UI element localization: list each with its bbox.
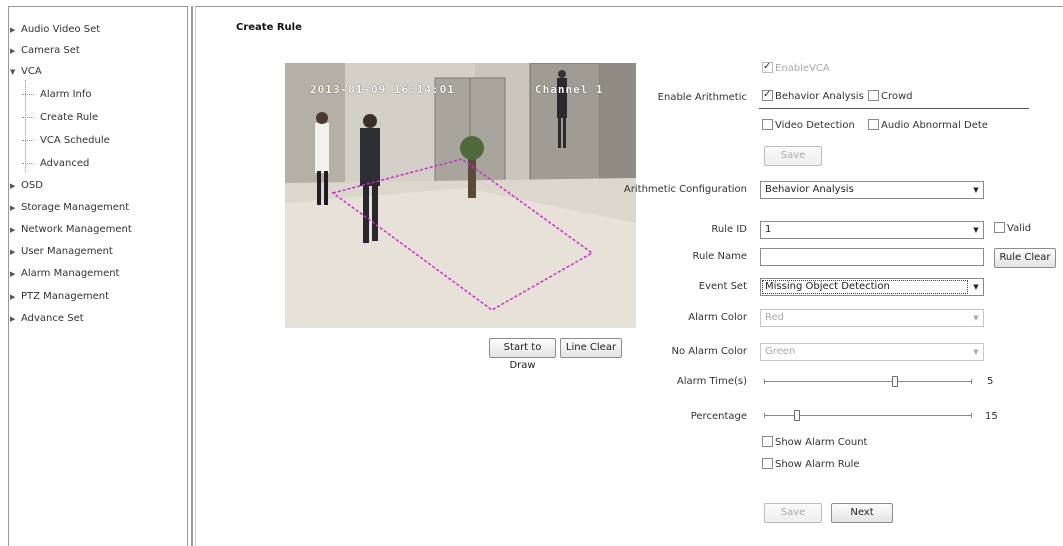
sidebar-item-user-management[interactable]: ▶ User Management [10, 244, 113, 260]
alarm-color-select[interactable]: Red ▼ [760, 309, 984, 327]
enable-vca-checkbox[interactable]: EnableVCA [762, 60, 830, 76]
save-bottom-button[interactable]: Save [764, 503, 822, 523]
sidebar-divider[interactable] [191, 6, 193, 546]
caret-right-icon: ▶ [10, 204, 16, 212]
sidebar-item-storage-management[interactable]: ▶ Storage Management [10, 200, 129, 216]
caret-down-icon: ▼ [10, 68, 16, 76]
no-alarm-color-label: No Alarm Color [671, 346, 748, 357]
dropdown-arrow-icon: ▼ [973, 226, 979, 234]
dropdown-arrow-icon: ▼ [973, 348, 979, 356]
event-set-label: Event Set [698, 281, 747, 292]
sidebar-item-advanced[interactable]: Advanced [22, 156, 89, 172]
rule-name-label: Rule Name [692, 251, 747, 262]
alarm-time-label: Alarm Time(s) [676, 376, 747, 387]
camera-scene [285, 63, 636, 328]
sidebar-item-advance-set[interactable]: ▶ Advance Set [10, 311, 84, 327]
rule-clear-button[interactable]: Rule Clear [994, 248, 1056, 268]
percentage-slider-thumb[interactable] [794, 410, 800, 421]
osd-timestamp: 2013-01-09 16:14:01 [310, 83, 455, 96]
behavior-analysis-checkbox[interactable]: Behavior Analysis [762, 88, 864, 104]
sidebar-item-vca[interactable]: ▼ VCA [10, 64, 42, 80]
video-detection-checkbox[interactable]: Video Detection [762, 119, 855, 133]
caret-right-icon: ▶ [10, 248, 16, 256]
sidebar-item-vca-schedule[interactable]: VCA Schedule [22, 133, 110, 149]
sidebar-item-alarm-management[interactable]: ▶ Alarm Management [10, 266, 119, 282]
alarm-time-value: 5 [987, 376, 994, 387]
audio-abnormal-checkbox[interactable]: Audio Abnormal Dete [868, 119, 988, 133]
sidebar-divider-shadow [195, 6, 196, 546]
sidebar-item-network-management[interactable]: ▶ Network Management [10, 222, 132, 238]
content-top-border [195, 6, 1063, 7]
arithmetic-configuration-select[interactable]: Behavior Analysis ▼ [760, 181, 984, 199]
sidebar-item-osd[interactable]: ▶ OSD [10, 178, 43, 194]
percentage-label: Percentage [690, 411, 747, 422]
alarm-color-label: Alarm Color [688, 312, 747, 323]
sidebar-item-create-rule[interactable]: Create Rule [22, 110, 98, 126]
dropdown-arrow-icon: ▼ [973, 186, 979, 194]
rule-name-input[interactable] [760, 248, 984, 266]
show-alarm-count-checkbox[interactable]: Show Alarm Count [762, 436, 867, 450]
dropdown-arrow-icon: ▼ [973, 283, 979, 291]
video-preview[interactable] [285, 63, 636, 328]
show-alarm-rule-checkbox[interactable]: Show Alarm Rule [762, 458, 860, 472]
dropdown-arrow-icon: ▼ [973, 314, 979, 322]
enable-arithmetic-label: Enable Arithmetic [657, 92, 747, 103]
start-to-draw-button[interactable]: Start to Draw [489, 338, 556, 371]
save-top-button[interactable]: Save [764, 146, 822, 166]
section-divider [759, 108, 1029, 109]
arithmetic-configuration-label: Arithmetic Configuration [623, 184, 747, 195]
line-clear-button[interactable]: Line Clear [560, 338, 622, 358]
caret-right-icon: ▶ [10, 270, 16, 278]
caret-right-icon: ▶ [10, 315, 16, 323]
next-button[interactable]: Next [831, 503, 893, 523]
caret-right-icon: ▶ [10, 26, 16, 34]
percentage-value: 15 [985, 411, 998, 422]
osd-channel: Channel 1 [535, 83, 604, 96]
sidebar-item-ptz-management[interactable]: ▶ PTZ Management [10, 289, 109, 305]
rule-id-select[interactable]: 1 ▼ [760, 221, 984, 239]
caret-right-icon: ▶ [10, 47, 16, 55]
valid-checkbox[interactable]: Valid [994, 222, 1031, 236]
sidebar-item-audio-video-set[interactable]: ▶ Audio Video Set [10, 22, 100, 38]
sidebar-item-camera-set[interactable]: ▶ Camera Set [10, 43, 80, 59]
sidebar-item-alarm-info[interactable]: Alarm Info [22, 87, 92, 103]
page-title: Create Rule [236, 22, 302, 33]
caret-right-icon: ▶ [10, 182, 16, 190]
crowd-checkbox[interactable]: Crowd [868, 90, 913, 104]
rule-id-label: Rule ID [711, 224, 747, 235]
no-alarm-color-select[interactable]: Green ▼ [760, 343, 984, 361]
event-set-select[interactable]: Missing Object Detection ▼ [760, 278, 984, 296]
alarm-time-slider-thumb[interactable] [892, 376, 898, 387]
caret-right-icon: ▶ [10, 226, 16, 234]
caret-right-icon: ▶ [10, 293, 16, 301]
